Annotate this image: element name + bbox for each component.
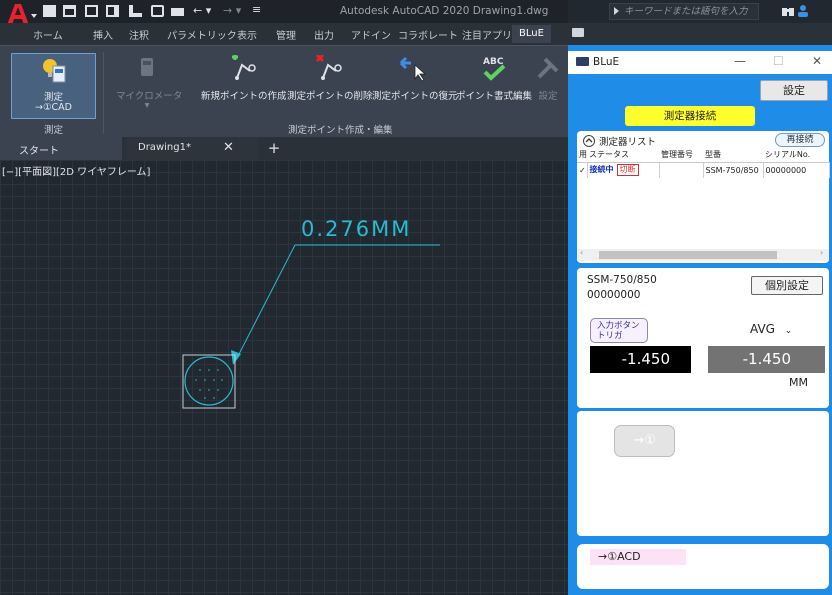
scroll-right-icon[interactable]: › xyxy=(820,248,823,257)
measured-circle xyxy=(184,356,234,406)
ribbon-tab-bar-extension xyxy=(568,23,832,45)
selection-box xyxy=(182,354,236,409)
col-header-status: ステータス xyxy=(587,148,659,163)
minimize-icon[interactable]: — xyxy=(734,54,746,68)
status-connected: 接続中 xyxy=(589,165,614,175)
maximize-icon[interactable]: ☐ xyxy=(773,54,784,68)
user-icon[interactable] xyxy=(797,4,809,17)
chevron-down-icon: ⌄ xyxy=(784,326,793,336)
collapse-chevron-icon[interactable] xyxy=(583,135,595,147)
device-model-label: SSM-750/850 xyxy=(587,274,657,286)
connect-device-button[interactable]: 測定器接続 xyxy=(625,106,755,126)
device-serial-label: 00000000 xyxy=(587,289,641,301)
blue-app-icon xyxy=(576,57,589,66)
leader-line xyxy=(236,244,296,359)
search-expand-icon[interactable] xyxy=(614,7,619,15)
individual-settings-button[interactable]: 個別設定 xyxy=(751,276,823,295)
table-row[interactable]: ✓ 接続中 切断 SSM-750/850 00000000 xyxy=(577,162,830,178)
serial-cell: 00000000 xyxy=(763,162,830,178)
blue-window-title: BLuE xyxy=(593,56,620,68)
avg-select-value: AVG xyxy=(750,322,775,336)
mgmt-no-cell xyxy=(659,162,704,178)
device-list-title: 測定器リスト xyxy=(599,137,657,148)
trigger-label-line2: トリガ xyxy=(597,331,623,341)
col-header-model: 型番 xyxy=(703,148,763,163)
acd-target-label[interactable]: →①ACD xyxy=(590,549,686,565)
current-value-display: -1.450 xyxy=(590,346,691,373)
search-input[interactable] xyxy=(624,5,756,18)
send-to-cad-button[interactable]: →① xyxy=(614,425,675,457)
use-checkbox[interactable]: ✓ xyxy=(577,162,588,178)
col-header-mgmt-no: 管理番号 xyxy=(659,148,703,163)
col-header-serial: シリアルNo. xyxy=(763,148,829,163)
trigger-label-line1: 入力ボタン xyxy=(597,321,640,331)
average-value-display: -1.450 xyxy=(708,346,825,373)
binoculars-icon[interactable] xyxy=(781,5,795,17)
disconnect-button[interactable]: 切断 xyxy=(616,164,639,177)
input-button-trigger[interactable]: 入力ボタン トリガ xyxy=(590,318,648,343)
avg-select[interactable]: AVG ⌄ xyxy=(746,319,804,339)
drawing-geometry xyxy=(182,244,440,409)
reconnect-button[interactable]: 再接続 xyxy=(775,133,825,147)
blue-settings-button[interactable]: 設定 xyxy=(760,80,828,101)
unit-label: MM xyxy=(789,376,808,389)
model-cell: SSM-750/850 xyxy=(703,162,764,178)
scrollbar-thumb[interactable] xyxy=(599,251,777,259)
device-table: 用 ステータス 管理番号 型番 シリアルNo. ✓ 接続中 切断 SSM-750/… xyxy=(577,148,830,178)
close-window-icon[interactable]: ✕ xyxy=(812,54,822,68)
scroll-left-icon[interactable]: ‹ xyxy=(580,248,583,257)
col-header-use: 用 xyxy=(577,148,587,163)
circle-hatch-dots xyxy=(195,369,223,399)
video-icon[interactable] xyxy=(572,28,584,37)
search-box[interactable] xyxy=(609,3,759,20)
